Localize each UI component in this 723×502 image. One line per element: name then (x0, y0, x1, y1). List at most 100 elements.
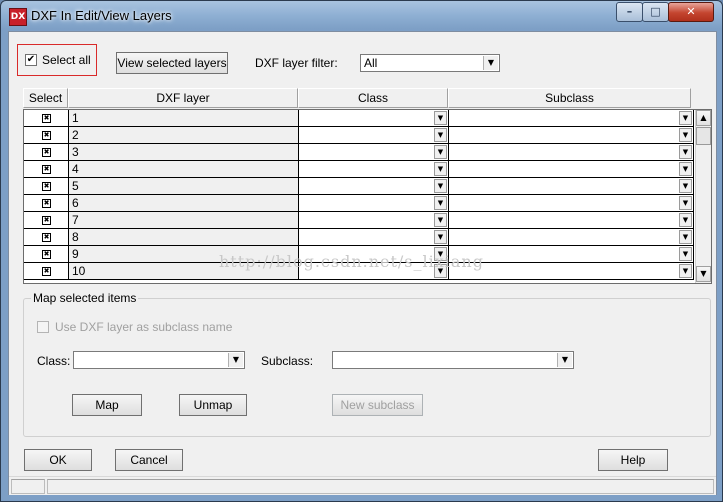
scroll-thumb[interactable] (696, 127, 711, 145)
table-row[interactable]: ✖ 3 ▼ ▼ (24, 144, 694, 161)
chevron-down-icon[interactable]: ▼ (557, 353, 572, 367)
class-select[interactable]: ▼ (73, 351, 245, 369)
chevron-down-icon[interactable]: ▼ (679, 179, 692, 193)
column-header-subclass[interactable]: Subclass (448, 88, 691, 108)
select-cell[interactable]: ✖ (24, 178, 69, 195)
dxf-layer-filter-select[interactable]: All ▼ (360, 54, 500, 72)
chevron-down-icon[interactable]: ▼ (434, 128, 447, 142)
class-cell[interactable]: ▼ (299, 212, 449, 229)
class-cell[interactable]: ▼ (299, 161, 449, 178)
column-header-class[interactable]: Class (298, 88, 448, 108)
subclass-cell[interactable]: ▼ (449, 263, 694, 280)
select-cell[interactable]: ✖ (24, 161, 69, 178)
chevron-down-icon[interactable]: ▼ (434, 196, 447, 210)
subclass-cell[interactable]: ▼ (449, 178, 694, 195)
dialog-window: DX DXF In Edit/View Layers – □ ✕ ✔ Selec… (0, 0, 723, 502)
chevron-down-icon[interactable]: ▼ (434, 162, 447, 176)
class-cell[interactable]: ▼ (299, 229, 449, 246)
chevron-down-icon[interactable]: ▼ (679, 162, 692, 176)
table-row[interactable]: ✖ 10 ▼ ▼ (24, 263, 694, 280)
subclass-cell[interactable]: ▼ (449, 195, 694, 212)
table-row[interactable]: ✖ 6 ▼ ▼ (24, 195, 694, 212)
table-row[interactable]: ✖ 7 ▼ ▼ (24, 212, 694, 229)
chevron-down-icon[interactable]: ▼ (434, 247, 447, 261)
vertical-scrollbar[interactable]: ▲ ▼ (695, 110, 711, 283)
subclass-cell[interactable]: ▼ (449, 229, 694, 246)
class-cell[interactable]: ▼ (299, 195, 449, 212)
chevron-down-icon[interactable]: ▼ (228, 353, 243, 367)
column-header-select[interactable]: Select (23, 88, 68, 108)
table-row[interactable]: ✖ 4 ▼ ▼ (24, 161, 694, 178)
subclass-cell[interactable]: ▼ (449, 144, 694, 161)
new-subclass-button[interactable]: New subclass (332, 394, 423, 416)
chevron-down-icon[interactable]: ▼ (679, 145, 692, 159)
row-select-checkbox[interactable]: ✖ (42, 114, 51, 123)
scroll-down-icon[interactable]: ▼ (696, 266, 711, 282)
chevron-down-icon[interactable]: ▼ (679, 196, 692, 210)
chevron-down-icon[interactable]: ▼ (434, 111, 447, 125)
select-all-label[interactable]: Select all (42, 53, 91, 67)
table-row[interactable]: ✖ 8 ▼ ▼ (24, 229, 694, 246)
chevron-down-icon[interactable]: ▼ (434, 179, 447, 193)
chevron-down-icon[interactable]: ▼ (483, 56, 498, 70)
row-select-checkbox[interactable]: ✖ (42, 250, 51, 259)
row-select-checkbox[interactable]: ✖ (42, 267, 51, 276)
unmap-button[interactable]: Unmap (179, 394, 247, 416)
view-selected-layers-button[interactable]: View selected layers (116, 52, 228, 74)
class-cell[interactable]: ▼ (299, 263, 449, 280)
select-cell[interactable]: ✖ (24, 263, 69, 280)
subclass-cell[interactable]: ▼ (449, 212, 694, 229)
chevron-down-icon[interactable]: ▼ (679, 128, 692, 142)
table-row[interactable]: ✖ 1 ▼ ▼ (24, 110, 694, 127)
table-row[interactable]: ✖ 2 ▼ ▼ (24, 127, 694, 144)
minimize-button[interactable]: – (616, 2, 643, 22)
table-row[interactable]: ✖ 5 ▼ ▼ (24, 178, 694, 195)
row-select-checkbox[interactable]: ✖ (42, 148, 51, 157)
use-layer-as-subclass-checkbox[interactable] (37, 321, 49, 333)
subclass-cell[interactable]: ▼ (449, 127, 694, 144)
select-cell[interactable]: ✖ (24, 246, 69, 263)
subclass-cell[interactable]: ▼ (449, 246, 694, 263)
layers-grid[interactable]: ✖ 1 ▼ ▼ ✖ 2 ▼ ▼ ✖ 3 ▼ ▼ ✖ 4 ▼ ▼ ✖ 5 ▼ ▼ ✖ 6 ▼ ▼ ✖ 7 ▼ ▼ ✖ 8 ▼ ▼ ✖ 9 ▼ ▼ ✖ 10 ▼… (23, 109, 712, 284)
class-cell[interactable]: ▼ (299, 178, 449, 195)
scroll-up-icon[interactable]: ▲ (696, 110, 711, 126)
select-cell[interactable]: ✖ (24, 229, 69, 246)
column-header-dxf-layer[interactable]: DXF layer (68, 88, 298, 108)
chevron-down-icon[interactable]: ▼ (434, 145, 447, 159)
subclass-select[interactable]: ▼ (332, 351, 574, 369)
cancel-button[interactable]: Cancel (115, 449, 183, 471)
row-select-checkbox[interactable]: ✖ (42, 216, 51, 225)
class-cell[interactable]: ▼ (299, 110, 449, 127)
select-cell[interactable]: ✖ (24, 212, 69, 229)
title-bar[interactable]: DX DXF In Edit/View Layers – □ ✕ (1, 1, 722, 31)
select-cell[interactable]: ✖ (24, 127, 69, 144)
chevron-down-icon[interactable]: ▼ (679, 247, 692, 261)
select-cell[interactable]: ✖ (24, 195, 69, 212)
subclass-cell[interactable]: ▼ (449, 161, 694, 178)
maximize-button[interactable]: □ (642, 2, 669, 22)
row-select-checkbox[interactable]: ✖ (42, 165, 51, 174)
select-all-checkbox[interactable]: ✔ (25, 54, 37, 66)
chevron-down-icon[interactable]: ▼ (434, 264, 447, 278)
row-select-checkbox[interactable]: ✖ (42, 131, 51, 140)
class-cell[interactable]: ▼ (299, 246, 449, 263)
select-cell[interactable]: ✖ (24, 144, 69, 161)
class-cell[interactable]: ▼ (299, 144, 449, 161)
subclass-cell[interactable]: ▼ (449, 110, 694, 127)
row-select-checkbox[interactable]: ✖ (42, 233, 51, 242)
table-row[interactable]: ✖ 9 ▼ ▼ (24, 246, 694, 263)
chevron-down-icon[interactable]: ▼ (679, 230, 692, 244)
row-select-checkbox[interactable]: ✖ (42, 199, 51, 208)
close-button[interactable]: ✕ (668, 2, 714, 22)
map-button[interactable]: Map (72, 394, 142, 416)
chevron-down-icon[interactable]: ▼ (679, 111, 692, 125)
select-cell[interactable]: ✖ (24, 110, 69, 127)
chevron-down-icon[interactable]: ▼ (434, 230, 447, 244)
chevron-down-icon[interactable]: ▼ (679, 213, 692, 227)
help-button[interactable]: Help (598, 449, 668, 471)
chevron-down-icon[interactable]: ▼ (679, 264, 692, 278)
row-select-checkbox[interactable]: ✖ (42, 182, 51, 191)
ok-button[interactable]: OK (24, 449, 92, 471)
chevron-down-icon[interactable]: ▼ (434, 213, 447, 227)
class-cell[interactable]: ▼ (299, 127, 449, 144)
